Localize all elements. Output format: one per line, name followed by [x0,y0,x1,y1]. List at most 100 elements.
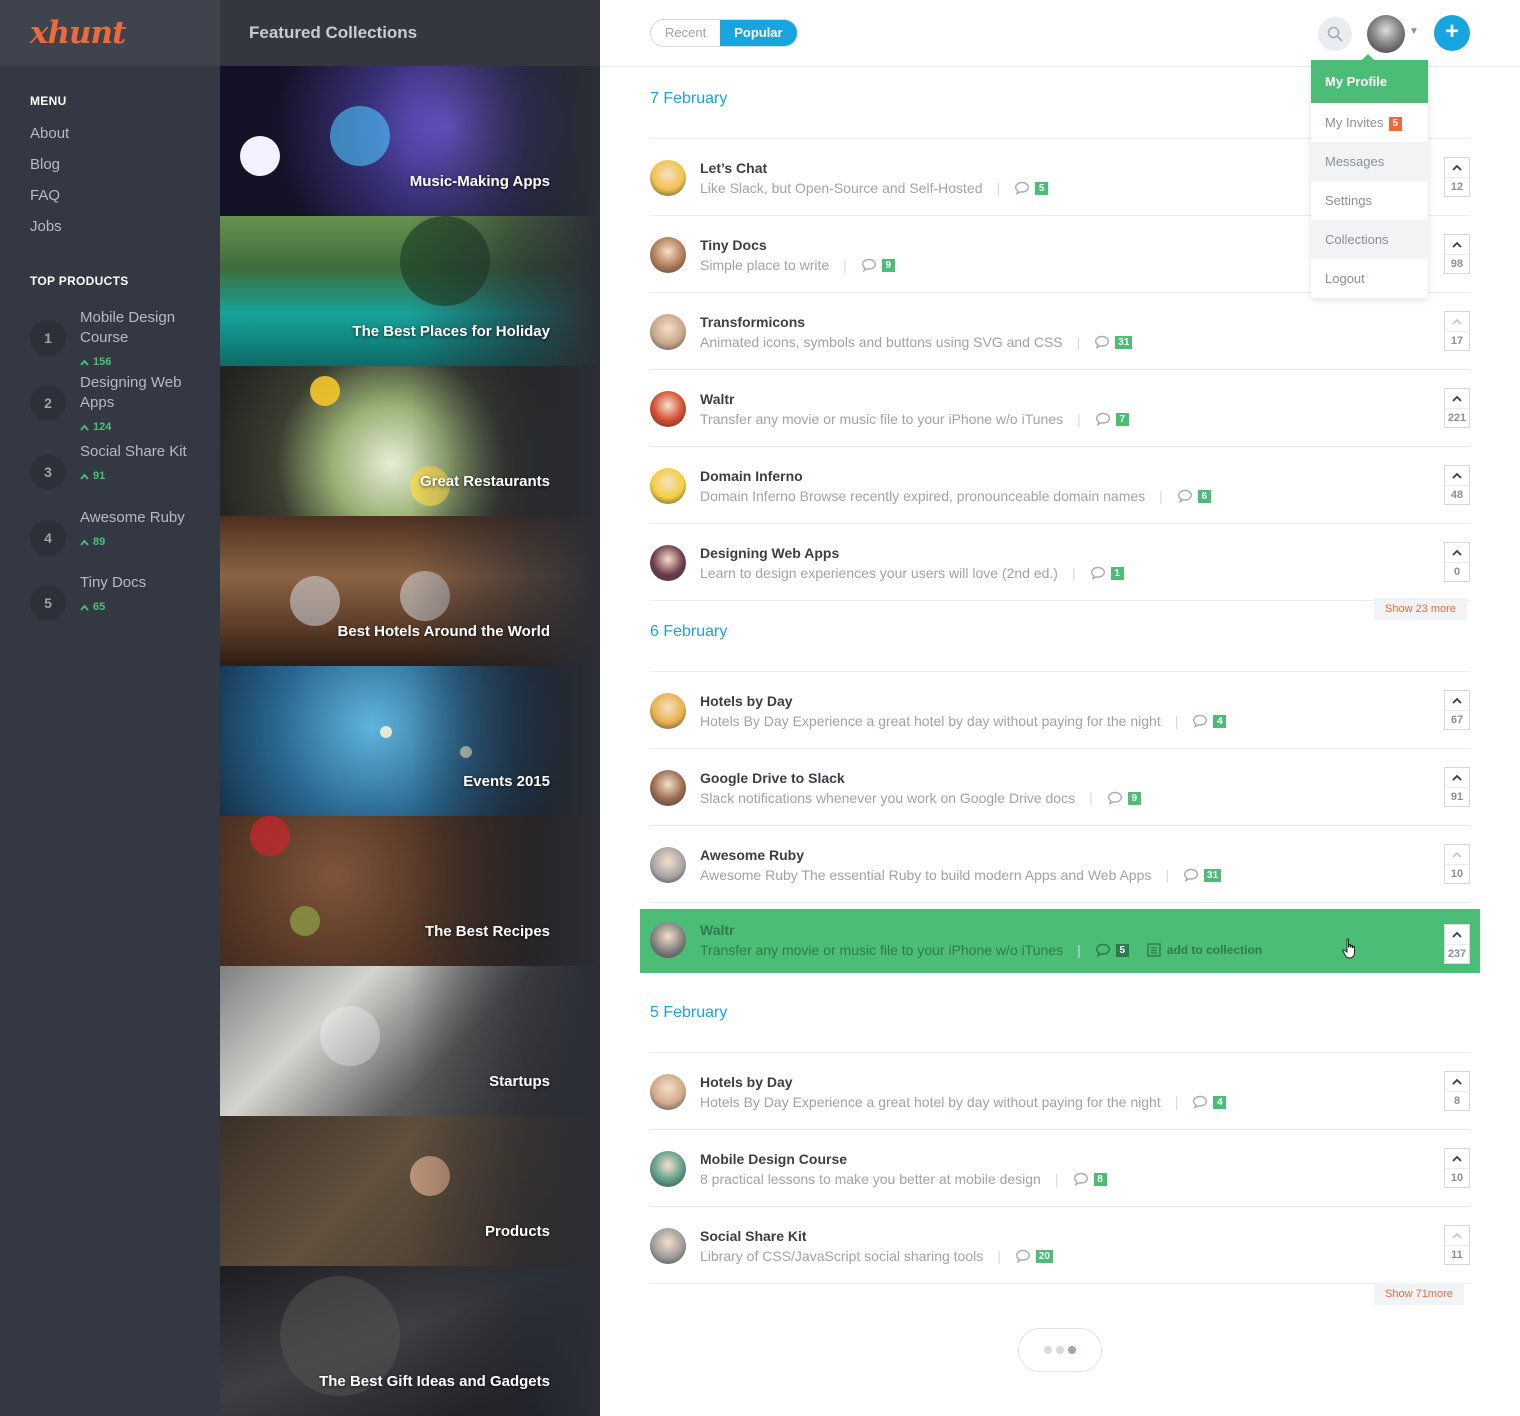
comments-link[interactable]: 9 [861,258,895,272]
upvote-button[interactable]: 10 [1444,844,1470,884]
post-item[interactable]: Domain Inferno Domain Inferno Browse rece… [650,447,1470,524]
post-item[interactable]: Waltr Transfer any movie or music file to… [650,370,1470,447]
add-post-button[interactable]: + [1434,15,1470,51]
comments-link[interactable]: 4 [1192,1095,1227,1109]
chevron-up-icon [1452,1155,1462,1162]
top-product-item[interactable]: 2 Designing Web Apps 124 [0,373,220,442]
upvote-button[interactable]: 48 [1444,465,1470,505]
dropdown-item-logout[interactable]: Logout [1311,259,1428,298]
post-title[interactable]: Designing Web Apps [700,545,839,561]
post-title[interactable]: Domain Inferno [700,468,803,484]
post-title[interactable]: Awesome Ruby [700,847,804,863]
comments-link[interactable]: 31 [1094,335,1133,349]
upvote-button[interactable]: 10 [1444,1148,1470,1188]
comment-count-badge: 8 [1093,1172,1107,1186]
collection-card[interactable]: Events 2015 [220,666,600,816]
chevron-up-icon [1452,931,1462,938]
collection-card[interactable]: Products [220,1116,600,1266]
post-item[interactable]: Social Share Kit Library of CSS/JavaScrip… [650,1207,1470,1284]
post-title[interactable]: Hotels by Day [700,1074,793,1090]
collection-card[interactable]: The Best Gift Ideas and Gadgets [220,1266,600,1416]
upvote-button[interactable]: 91 [1444,767,1470,807]
post-description: Hotels By Day Experience a great hotel b… [700,1094,1161,1110]
post-item[interactable]: Hotels by Day Hotels By Day Experience a … [650,672,1470,749]
post-title[interactable]: Waltr [700,391,734,407]
collection-card[interactable]: Music-Making Apps [220,66,600,216]
comments-link[interactable]: 1 [1090,566,1124,580]
chevron-down-icon[interactable]: ▼ [1409,26,1419,37]
menu-item-blog[interactable]: Blog [0,154,220,185]
post-item[interactable]: Google Drive to Slack Slack notifications… [650,749,1470,826]
upvote-count: 11 [1451,1249,1463,1261]
chevron-up-icon [1452,1078,1462,1085]
comments-link[interactable]: 9 [1107,791,1141,805]
post-title[interactable]: Google Drive to Slack [700,770,845,786]
comments-link[interactable]: 5 [1095,943,1129,957]
upvote-button[interactable]: 0 [1444,542,1470,582]
upvote-button[interactable]: 98 [1444,234,1470,274]
tab-popular[interactable]: Popular [720,20,797,46]
menu-item-about[interactable]: About [0,123,220,154]
dropdown-item-my-invites[interactable]: My Invites 5 [1311,103,1428,142]
menu-item-jobs[interactable]: Jobs [0,216,220,247]
comments-link[interactable]: 8 [1073,1172,1107,1186]
upvote-button[interactable]: 237 [1444,924,1470,964]
comment-icon [1090,566,1105,580]
collection-card[interactable]: The Best Places for Holiday [220,216,600,366]
add-to-collection-button[interactable]: add to collection [1147,943,1262,957]
collection-title: Great Restaurants [419,473,550,490]
top-product-title: Awesome Ruby [80,509,185,526]
upvote-button[interactable]: 67 [1444,690,1470,730]
post-title[interactable]: Social Share Kit [700,1228,807,1244]
user-avatar[interactable] [1367,15,1405,53]
post-title[interactable]: Mobile Design Course [700,1151,847,1167]
collection-card[interactable]: Best Hotels Around the World [220,516,600,666]
upvote-button[interactable]: 17 [1444,311,1470,351]
post-description: Library of CSS/JavaScript social sharing… [700,1248,984,1264]
comment-count-badge: 7 [1115,412,1129,426]
post-title[interactable]: Transformicons [700,314,805,330]
upvote-arrow [1445,1149,1469,1169]
dropdown-item-messages[interactable]: Messages [1311,142,1428,181]
menu-item-faq[interactable]: FAQ [0,185,220,216]
post-description: Slack notifications whenever you work on… [700,790,1076,806]
upvote-button[interactable]: 8 [1444,1071,1470,1111]
post-item[interactable]: Designing Web Apps Learn to design experi… [650,524,1470,601]
top-product-item[interactable]: 5 Tiny Docs 65 [0,573,220,638]
top-product-item[interactable]: 3 Social Share Kit 91 [0,442,220,508]
post-item[interactable]: Awesome Ruby Awesome Ruby The essential R… [650,826,1470,903]
show-more-button[interactable]: Show 71more [1374,1283,1464,1305]
dropdown-item-my-profile[interactable]: My Profile [1311,60,1428,103]
dropdown-item-collections[interactable]: Collections [1311,220,1428,259]
show-more-button[interactable]: Show 23 more [1374,598,1467,620]
comments-link[interactable]: 4 [1192,714,1227,728]
comments-link[interactable]: 5 [1014,181,1049,195]
post-title[interactable]: Let’s Chat [700,160,767,176]
post-item[interactable]: Hotels by Day Hotels By Day Experience a … [650,1053,1470,1130]
collection-card[interactable]: Great Restaurants [220,366,600,516]
comments-link[interactable]: 31 [1183,868,1222,882]
top-product-item[interactable]: 4 Awesome Ruby 89 [0,508,220,573]
search-button[interactable] [1318,17,1352,51]
post-title[interactable]: Waltr [700,922,734,938]
post-title[interactable]: Hotels by Day [700,693,793,709]
comments-link[interactable]: 20 [1015,1249,1053,1263]
logo[interactable]: xhunt [30,15,126,51]
top-product-item[interactable]: 1 Mobile Design Course 156 [0,308,220,373]
chevron-up-icon [1452,395,1462,402]
top-products-heading: TOP PRODUCTS [30,274,129,288]
comments-link[interactable]: 7 [1095,412,1129,426]
tab-recent[interactable]: Recent [651,20,721,46]
post-item[interactable]: Transformicons Animated icons, symbols an… [650,293,1470,370]
collection-card[interactable]: Startups [220,966,600,1116]
upvote-button[interactable]: 12 [1444,157,1470,197]
post-title[interactable]: Tiny Docs [700,237,767,253]
comments-link[interactable]: 6 [1177,489,1211,503]
post-item[interactable]: Mobile Design Course 8 practical lessons … [650,1130,1470,1207]
chevron-up-icon [1452,241,1462,248]
upvote-button[interactable]: 11 [1444,1225,1470,1265]
upvote-button[interactable]: 221 [1444,388,1470,428]
dropdown-item-settings[interactable]: Settings [1311,181,1428,220]
collection-card[interactable]: The Best Recipes [220,816,600,966]
dropdown-item-label: Collections [1325,232,1389,247]
